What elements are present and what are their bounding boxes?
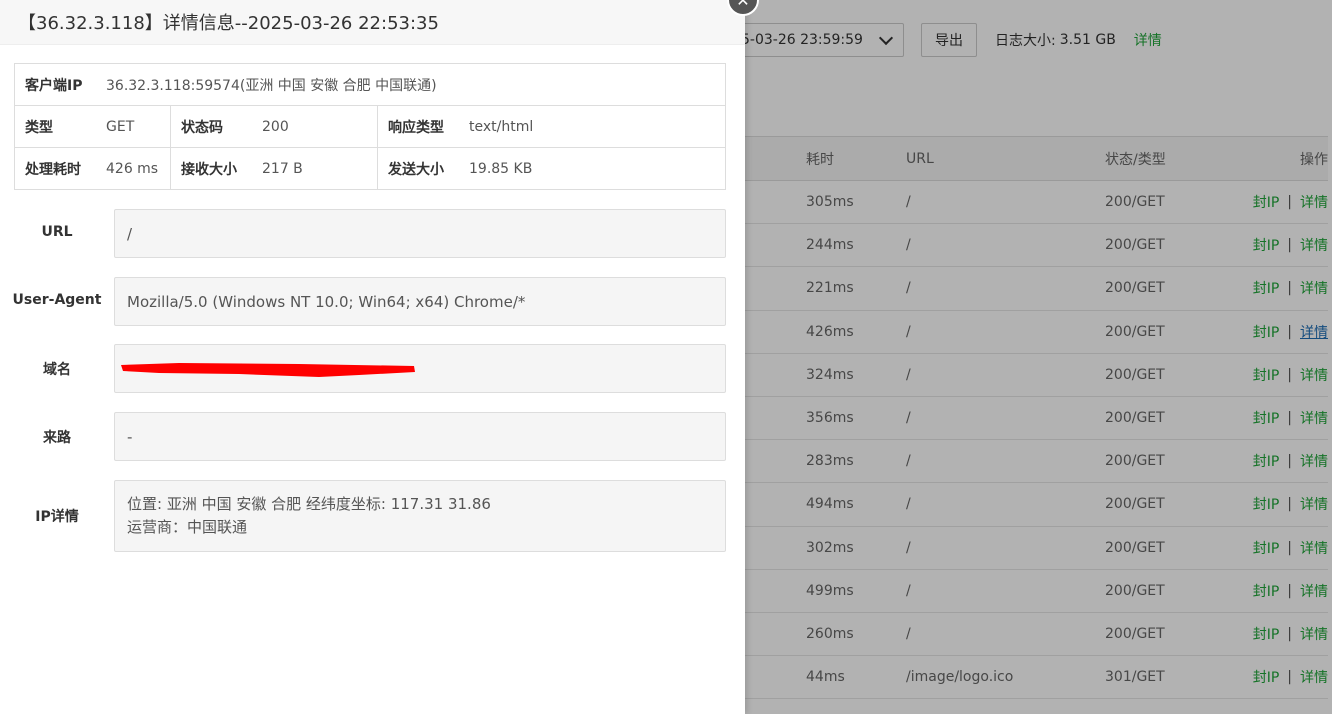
- duration-value: 426 ms: [106, 160, 159, 177]
- user-agent-value-box: Mozilla/5.0 (Windows NT 10.0; Win64; x64…: [114, 277, 726, 326]
- referer-value-box: -: [114, 412, 726, 461]
- ip-detail-field: IP详情 位置: 亚洲 中国 安徽 合肥 经纬度坐标: 117.31 31.86…: [0, 480, 745, 552]
- status-code-label: 状态码: [181, 119, 223, 136]
- type-value: GET: [106, 118, 135, 135]
- response-type-label: 响应类型: [388, 119, 444, 136]
- detail-drawer: 【36.32.3.118】详情信息--2025-03-26 22:53:35 ✕…: [0, 0, 759, 714]
- request-info-table: 客户端IP 36.32.3.118:59574(亚洲 中国 安徽 合肥 中国联通…: [14, 63, 726, 190]
- domain-label: 域名: [43, 362, 71, 378]
- ip-detail-label: IP详情: [35, 509, 79, 525]
- domain-value-box: [114, 344, 726, 393]
- type-label: 类型: [25, 119, 53, 136]
- user-agent-field: User-Agent Mozilla/5.0 (Windows NT 10.0;…: [0, 277, 745, 326]
- client-ip-value: 36.32.3.118:59574(亚洲 中国 安徽 合肥 中国联通): [106, 77, 437, 94]
- url-value-box: /: [114, 209, 726, 258]
- recv-size-label: 接收大小: [181, 161, 237, 178]
- recv-size-value: 217 B: [262, 160, 303, 177]
- ip-carrier-line: 运营商：中国联通: [127, 518, 248, 536]
- user-agent-label: User-Agent: [12, 292, 102, 308]
- referer-label: 来路: [43, 430, 71, 446]
- client-ip-label: 客户端IP: [25, 77, 83, 94]
- url-label: URL: [41, 224, 73, 240]
- url-field: URL /: [0, 209, 745, 258]
- send-size-label: 发送大小: [388, 161, 444, 178]
- domain-field: 域名: [0, 344, 745, 393]
- send-size-value: 19.85 KB: [469, 160, 533, 177]
- status-code-value: 200: [262, 118, 289, 135]
- ip-detail-value-box: 位置: 亚洲 中国 安徽 合肥 经纬度坐标: 117.31 31.86 运营商：…: [114, 480, 726, 552]
- redaction-mark: [121, 363, 415, 377]
- ip-location-line: 位置: 亚洲 中国 安徽 合肥 经纬度坐标: 117.31 31.86: [127, 495, 491, 513]
- referer-field: 来路 -: [0, 412, 745, 461]
- drawer-title: 【36.32.3.118】详情信息--2025-03-26 22:53:35: [0, 0, 745, 45]
- duration-label: 处理耗时: [25, 161, 81, 178]
- response-type-value: text/html: [469, 118, 534, 135]
